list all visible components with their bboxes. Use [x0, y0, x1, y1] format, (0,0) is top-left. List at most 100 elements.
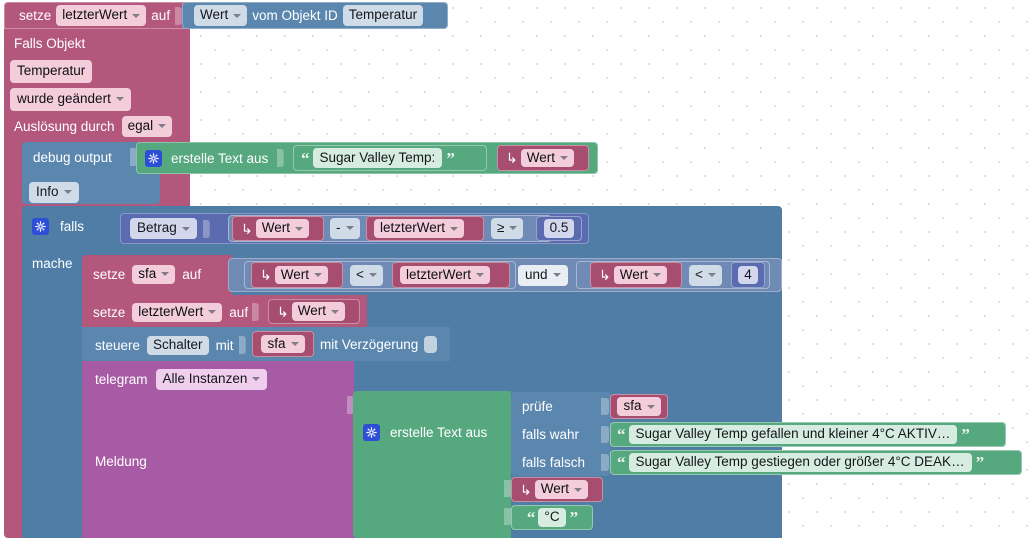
block-number-0-5[interactable]: 0.5	[536, 216, 582, 241]
erstelle-text-aus-label: erstelle Text aus	[171, 150, 269, 166]
dropdown-operator-und[interactable]: und	[518, 265, 568, 286]
condition-left-socket[interactable]	[202, 219, 210, 238]
field-text-value-true[interactable]: Sugar Valley Temp gefallen und kleiner 4…	[628, 425, 958, 444]
control-switch-row: steuere Schalter mit	[95, 336, 247, 355]
block-variable-get-wert-2[interactable]: ↳ Wert	[232, 216, 324, 241]
variable-arrow-icon: ↳	[506, 150, 518, 166]
block-create-text-message[interactable]	[353, 391, 511, 538]
chevron-down-icon	[574, 487, 582, 492]
chevron-down-icon	[181, 226, 190, 231]
telegram-header-row: telegram Alle Instanzen	[95, 369, 268, 390]
setze-label-3: setze	[93, 304, 126, 320]
quote-open-icon: “	[617, 453, 625, 472]
chevron-down-icon	[233, 13, 242, 18]
variable-arrow-icon: ↳	[277, 303, 289, 320]
operator-lt-field-1[interactable]: <	[350, 265, 383, 286]
control-value-socket[interactable]	[238, 336, 246, 355]
ternary-true-socket[interactable]	[601, 426, 609, 443]
blockly-workspace[interactable]: setze letzterWert auf Wert vom Objekt ID…	[0, 0, 1031, 538]
trigger-source-row: Auslösung durch egal	[14, 116, 173, 137]
block-variable-get-wert-3[interactable]: ↳ Wert	[251, 262, 343, 288]
chevron-down-icon	[132, 13, 141, 18]
block-variable-get-letzterwert-2[interactable]: letzterWert	[392, 262, 510, 288]
dropdown-variable-wert-6[interactable]: Wert	[534, 480, 588, 499]
field-text-value-1[interactable]: Sugar Valley Temp:	[312, 147, 443, 169]
block-variable-get-wert-6[interactable]: ↳ Wert	[511, 477, 603, 502]
dropdown-telegram-instance[interactable]: Alle Instanzen	[155, 369, 268, 390]
debug-severity-field[interactable]: Info	[29, 182, 79, 203]
field-text-value-false[interactable]: Sugar Valley Temp gestiegen oder größer …	[628, 453, 972, 472]
chevron-down-icon	[161, 272, 170, 277]
trigger-object-field[interactable]: Temperatur	[10, 60, 93, 83]
gear-icon[interactable]	[363, 424, 380, 441]
ternary-false-socket[interactable]	[601, 454, 609, 471]
block-variable-get-sfa-2[interactable]: sfa	[610, 394, 668, 419]
ternary-test-socket[interactable]	[601, 398, 609, 415]
operator-und-field[interactable]: und	[518, 265, 568, 286]
field-control-object[interactable]: Schalter	[147, 336, 209, 355]
block-variable-get-wert-1[interactable]: ↳ Wert	[497, 145, 589, 171]
dropdown-variable-sfa-1[interactable]: sfa	[132, 265, 176, 284]
if-do-spine	[22, 244, 82, 538]
field-object-id[interactable]: Temperatur	[342, 5, 424, 26]
chevron-down-icon	[646, 404, 655, 409]
block-text-literal-1[interactable]: “ Sugar Valley Temp: ”	[293, 145, 487, 171]
block-variable-get-wert-5[interactable]: ↳ Wert	[268, 299, 360, 324]
variable-dropdown-letzterwert[interactable]: letzterWert	[56, 5, 147, 26]
dropdown-variable-sfa-2[interactable]: sfa	[261, 334, 305, 354]
operator-lt-field-2[interactable]: <	[689, 265, 722, 286]
dropdown-math-betrag[interactable]: Betrag	[130, 218, 197, 239]
chevron-down-icon	[450, 226, 459, 231]
text-arg-socket-1[interactable]	[277, 149, 285, 167]
field-wert[interactable]: Wert	[194, 5, 248, 26]
block-variable-get-sfa-1[interactable]: sfa	[252, 331, 314, 357]
dropdown-trigger-source[interactable]: egal	[121, 116, 173, 137]
dropdown-variable-wert-4[interactable]: Wert	[613, 265, 667, 285]
dropdown-trigger-condition[interactable]: wurde geändert	[10, 88, 131, 111]
gear-icon[interactable]	[32, 218, 49, 235]
dropdown-variable-letzterwert-2[interactable]: letzterWert	[400, 265, 491, 285]
dropdown-variable-wert-5[interactable]: Wert	[291, 302, 345, 321]
block-variable-get-letzterwert-1[interactable]: letzterWert	[366, 216, 484, 241]
block-get-object-value[interactable]: Wert vom Objekt ID Temperatur	[182, 2, 448, 29]
dropdown-operator-minus[interactable]: -	[330, 218, 360, 239]
dropdown-variable-wert-2[interactable]: Wert	[255, 219, 309, 238]
field-number-4[interactable]: 4	[738, 265, 758, 285]
dropdown-operator-gte[interactable]: ≥	[491, 218, 524, 239]
trigger-condition-field[interactable]: wurde geändert	[10, 88, 131, 111]
ternary-false-label: falls falsch	[522, 455, 586, 470]
set-lastvalue-value-socket[interactable]	[252, 303, 260, 322]
chevron-down-icon	[314, 273, 322, 277]
dropdown-debug-severity[interactable]: Info	[29, 182, 79, 203]
ternary-true-label: falls wahr	[522, 427, 580, 442]
dropdown-variable-wert-3[interactable]: Wert	[274, 265, 328, 285]
dropdown-operator-lt-2[interactable]: <	[689, 265, 722, 286]
dropdown-variable-letzterwert-1[interactable]: letzterWert	[374, 219, 465, 238]
field-trigger-object[interactable]: Temperatur	[10, 60, 93, 83]
block-text-literal-unit[interactable]: “ °C ”	[511, 505, 593, 530]
dropdown-variable-wert-1[interactable]: Wert	[520, 148, 574, 168]
block-variable-get-wert-4[interactable]: ↳ Wert	[590, 262, 682, 288]
chevron-down-icon	[290, 342, 299, 346]
field-number-0-5[interactable]: 0.5	[543, 219, 575, 238]
block-text-literal-false[interactable]: “ Sugar Valley Temp gestiegen oder größe…	[610, 450, 1022, 475]
field-text-value-unit[interactable]: °C	[538, 508, 566, 527]
erstelle-text-aus-label-2: erstelle Text aus	[390, 425, 488, 440]
ausloesung-durch-label: Auslösung durch	[14, 118, 115, 134]
variable-arrow-icon: ↳	[599, 267, 611, 283]
operator-minus-field[interactable]: -	[330, 218, 360, 239]
variable-arrow-icon: ↳	[241, 220, 253, 237]
block-number-4[interactable]: 4	[731, 262, 765, 288]
chevron-down-icon	[115, 97, 124, 102]
dropdown-variable-sfa-3[interactable]: sfa	[617, 397, 661, 416]
dropdown-operator-lt-1[interactable]: <	[350, 265, 383, 286]
auf-label: auf	[151, 8, 171, 23]
dropdown-variable-letzterwert-3[interactable]: letzterWert	[132, 303, 223, 322]
delay-value-socket[interactable]	[424, 336, 438, 353]
gear-icon[interactable]	[145, 149, 162, 167]
operator-gte-field[interactable]: ≥	[491, 218, 524, 239]
mit-verzoegerung-label: mit Verzögerung	[320, 337, 419, 352]
block-text-literal-true[interactable]: “ Sugar Valley Temp gefallen und kleiner…	[610, 422, 1006, 447]
variable-arrow-icon: ↳	[260, 267, 272, 283]
trigger-title: Falls Objekt	[14, 36, 86, 51]
